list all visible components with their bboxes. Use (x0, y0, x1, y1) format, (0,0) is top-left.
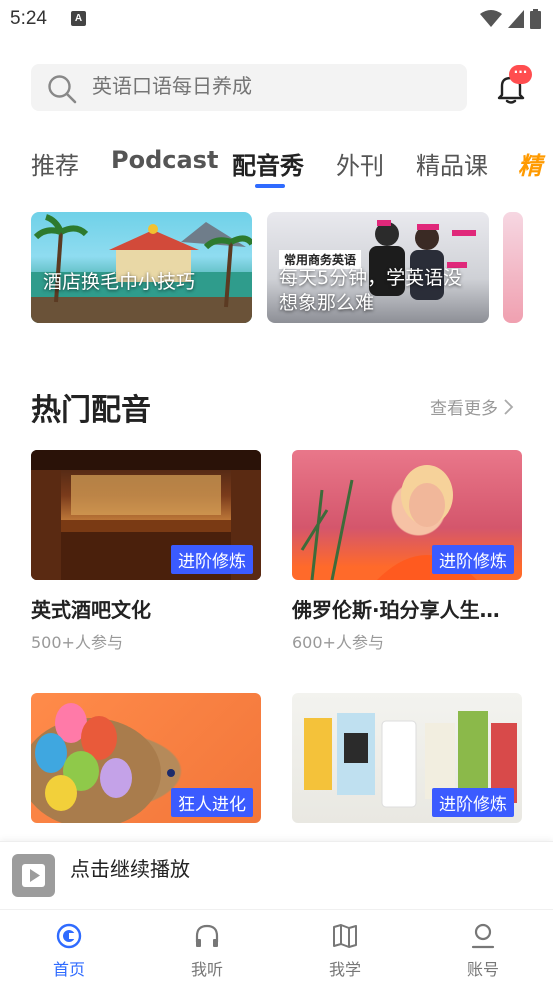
level-badge: 进阶修炼 (432, 545, 514, 574)
banner-caption: 酒店换毛巾小技巧 (43, 271, 196, 293)
banner-illustration (31, 214, 252, 323)
see-more-link[interactable]: 查看更多 (430, 394, 514, 419)
home-icon (56, 923, 82, 949)
tab-magazine[interactable]: 外刊 (336, 146, 384, 181)
nav-listen[interactable]: 我听 (177, 922, 237, 980)
app-screen: 5:24 A ··· 推荐 Podcast 配音秀 外刊 精品课 精 (0, 0, 553, 984)
signal-icon (508, 10, 524, 28)
card-thumbnail: 进阶修炼 (292, 693, 522, 823)
banner-hotel-towels[interactable]: 酒店换毛巾小技巧 (31, 212, 252, 323)
user-icon (471, 923, 495, 949)
dubbing-card[interactable]: 进阶修炼 佛罗伦斯·珀分享人生… 600+人参与 (292, 450, 522, 653)
nav-label: 我学 (328, 960, 361, 979)
player-cover[interactable] (12, 854, 55, 897)
active-tab-indicator (255, 184, 285, 188)
nav-label: 我听 (190, 960, 223, 979)
tab-recommend[interactable]: 推荐 (31, 146, 79, 181)
battery-icon (530, 9, 541, 29)
dubbing-card[interactable]: 进阶修炼 英式酒吧文化 500+人参与 (31, 450, 261, 653)
participant-count: 500+人参与 (31, 633, 123, 652)
search-input[interactable] (92, 64, 452, 111)
level-badge: 狂人进化 (171, 788, 253, 817)
status-time: 5:24 (10, 8, 47, 29)
book-icon (333, 924, 357, 948)
nav-label: 首页 (52, 960, 85, 979)
banner-partial[interactable] (503, 212, 523, 323)
notification-badge: ··· (509, 65, 532, 84)
notification-app-icon: A (71, 11, 86, 26)
card-title: 佛罗伦斯·珀分享人生… (292, 598, 500, 622)
level-badge: 进阶修炼 (432, 788, 514, 817)
tab-premium-course[interactable]: 精品课 (416, 146, 488, 181)
nav-label: 账号 (466, 960, 499, 979)
player-resume-text: 点击继续播放 (70, 857, 190, 881)
tab-dubbing-show[interactable]: 配音秀 (232, 146, 304, 181)
search-icon (48, 75, 77, 104)
bottom-navigation: 首页 我听 我学 账号 (0, 909, 553, 984)
banner-caption: 每天5分钟，学英语没想象那么难 (279, 267, 463, 314)
dubbing-card[interactable]: 狂人进化 (31, 693, 261, 823)
status-bar: 5:24 A (0, 0, 553, 40)
category-tabs: 推荐 Podcast 配音秀 外刊 精品课 精 (31, 140, 553, 190)
nav-home[interactable]: 首页 (39, 922, 99, 980)
participant-count: 600+人参与 (292, 633, 384, 652)
card-thumbnail: 进阶修炼 (31, 450, 261, 580)
see-more-label: 查看更多 (430, 399, 498, 419)
nav-learn[interactable]: 我学 (315, 922, 375, 980)
dubbing-card[interactable]: 进阶修炼 (292, 693, 522, 823)
card-title: 英式酒吧文化 (31, 598, 151, 622)
section-title: 热门配音 (31, 393, 151, 428)
headphones-icon (195, 924, 219, 947)
tab-podcast[interactable]: Podcast (111, 146, 218, 174)
wifi-icon (480, 10, 502, 27)
level-badge: 进阶修炼 (171, 545, 253, 574)
mini-player[interactable]: 点击继续播放 (0, 841, 553, 909)
card-thumbnail: 狂人进化 (31, 693, 261, 823)
banner-business-english[interactable]: 常用商务英语 每天5分钟，学英语没想象那么难 (267, 212, 489, 323)
nav-account[interactable]: 账号 (453, 922, 513, 980)
status-icons (480, 9, 541, 29)
chevron-right-icon (504, 398, 514, 415)
play-icon (22, 864, 45, 887)
card-thumbnail: 进阶修炼 (292, 450, 522, 580)
tab-promo[interactable]: 精 (518, 146, 542, 181)
search-bar[interactable] (31, 64, 467, 111)
